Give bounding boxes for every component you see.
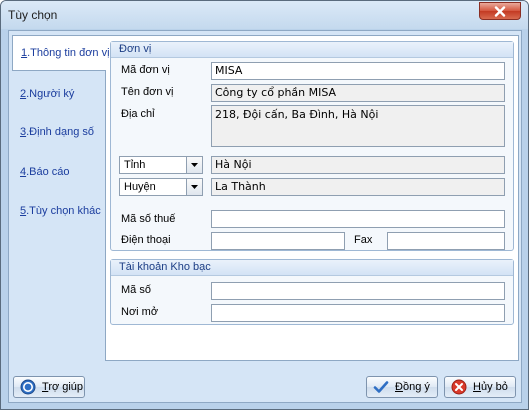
- tinh-select-value: Tỉnh: [124, 159, 146, 171]
- ma-don-vi-label: Mã đơn vị: [121, 64, 170, 76]
- tab-tuy-chon-khac[interactable]: 5.Tùy chọn khác: [12, 200, 104, 224]
- tab-bao-cao[interactable]: 4.Báo cáo: [12, 161, 104, 185]
- side-tabs: 1.Thông tin đơn vị 2.Người ký 3.Định dạn…: [9, 31, 110, 365]
- cancel-button[interactable]: Hủy bỏ: [444, 376, 516, 398]
- tab-label: .Tùy chọn khác: [26, 205, 101, 217]
- tab-dinh-dang-so[interactable]: 3.Định dạng số: [12, 121, 104, 145]
- tab-panel: Đơn vị Mã đơn vị MISA Tên đơn vị Công ty…: [105, 35, 519, 361]
- ten-don-vi-label: Tên đơn vị: [121, 86, 174, 98]
- fax-input[interactable]: [387, 232, 505, 250]
- tab-label: .Thông tin đơn vị: [27, 47, 110, 59]
- checkmark-icon: [373, 379, 389, 395]
- noi-mo-input[interactable]: [211, 304, 505, 322]
- cancel-icon: [451, 379, 467, 395]
- ok-mnemonic: Đ: [395, 381, 403, 393]
- ok-button[interactable]: Đồng ý: [366, 376, 438, 398]
- dia-chi-input[interactable]: 218, Đội cấn, Ba Đình, Hà Nội: [211, 105, 505, 147]
- huyen-value[interactable]: La Thành: [211, 178, 505, 196]
- tab-thong-tin-don-vi[interactable]: 1.Thông tin đơn vị: [12, 35, 110, 71]
- tinh-select[interactable]: Tỉnh: [119, 156, 203, 174]
- cancel-mnemonic: H: [473, 381, 481, 393]
- fax-label: Fax: [354, 234, 373, 246]
- unit-group: Đơn vị Mã đơn vị MISA Tên đơn vị Công ty…: [110, 41, 514, 251]
- chevron-down-icon[interactable]: [186, 179, 202, 195]
- cancel-label: ủy bỏ: [480, 381, 508, 393]
- dien-thoai-input[interactable]: [211, 232, 345, 250]
- tab-label: .Báo cáo: [26, 166, 70, 178]
- ma-so-thue-input[interactable]: [211, 210, 505, 228]
- ten-don-vi-input[interactable]: Công ty cổ phần MISA: [211, 84, 505, 102]
- treasury-group: Tài khoản Kho bạc Mã số Nơi mở: [110, 259, 514, 325]
- unit-group-title: Đơn vị: [111, 42, 513, 58]
- window-title: Tùy chọn: [8, 8, 58, 22]
- tinh-value[interactable]: Hà Nội: [211, 156, 505, 174]
- noi-mo-label: Nơi mở: [121, 306, 159, 318]
- ma-so-input[interactable]: [211, 282, 505, 300]
- help-icon: [20, 379, 36, 395]
- close-icon: [494, 5, 506, 17]
- ma-so-label: Mã số: [121, 284, 151, 296]
- dia-chi-label: Địa chỉ: [121, 108, 155, 120]
- ok-label: ồng ý: [402, 381, 430, 393]
- huyen-select[interactable]: Huyện: [119, 178, 203, 196]
- ma-so-thue-label: Mã số thuế: [121, 213, 176, 225]
- dialog-client: 1.Thông tin đơn vị 2.Người ký 3.Định dạn…: [8, 30, 522, 403]
- ma-don-vi-input[interactable]: MISA: [211, 62, 505, 80]
- chevron-down-icon[interactable]: [186, 157, 202, 173]
- help-label: rợ giúp: [48, 381, 84, 393]
- huyen-select-value: Huyện: [124, 181, 156, 193]
- treasury-group-title: Tài khoản Kho bạc: [111, 260, 513, 276]
- tab-label: .Định dạng số: [26, 126, 95, 138]
- help-button[interactable]: Trợ giúp: [13, 376, 85, 398]
- title-bar: Tùy chọn: [1, 1, 528, 29]
- button-bar: Trợ giúp Đồng ý Hủy bỏ: [9, 365, 521, 402]
- tab-label: .Người ký: [26, 88, 75, 100]
- dien-thoai-label: Điện thoại: [121, 234, 171, 246]
- tab-nguoi-ky[interactable]: 2.Người ký: [12, 83, 104, 107]
- options-dialog: Tùy chọn 1.Thông tin đơn vị 2.Người ký 3…: [0, 0, 529, 410]
- close-button[interactable]: [479, 2, 521, 20]
